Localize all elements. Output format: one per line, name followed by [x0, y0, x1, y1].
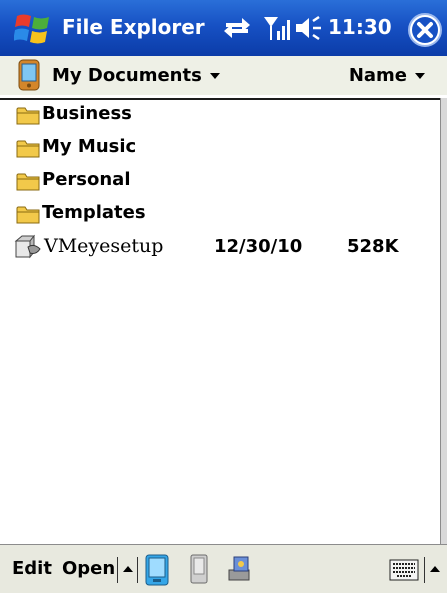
list-item[interactable]: Personal [0, 164, 447, 197]
divider [137, 557, 138, 583]
device-folder-icon [18, 59, 40, 91]
app-title: File Explorer [62, 15, 205, 39]
list-item[interactable]: My Music [0, 131, 447, 164]
item-name: VMeyesetup [44, 235, 164, 257]
location-label: My Documents [52, 65, 202, 86]
list-item[interactable]: VMeyesetup 12/30/10 528K [0, 230, 447, 263]
device-icon[interactable] [145, 554, 169, 586]
chevron-down-icon [415, 73, 425, 79]
folder-icon [16, 107, 40, 125]
location-toolbar: My Documents Name [0, 56, 447, 96]
item-size: 528K [347, 236, 399, 257]
close-icon[interactable] [408, 13, 442, 47]
up-arrow-icon[interactable] [123, 566, 133, 572]
volume-icon[interactable] [294, 14, 324, 42]
item-name: Personal [42, 169, 131, 190]
item-name: Templates [42, 202, 146, 223]
divider [117, 557, 118, 583]
divider [424, 557, 425, 583]
up-arrow-icon[interactable] [430, 566, 440, 572]
title-bar: File Explorer 11:30 [0, 0, 447, 56]
location-dropdown[interactable]: My Documents [52, 65, 220, 86]
menu-bar: Edit Open [0, 544, 447, 593]
clock[interactable]: 11:30 [328, 15, 392, 39]
item-name: My Music [42, 136, 137, 157]
folder-icon [16, 206, 40, 224]
list-item[interactable]: Business [0, 98, 447, 131]
storage-card-icon[interactable] [190, 554, 208, 584]
scrollbar[interactable] [440, 98, 447, 544]
chevron-down-icon [209, 73, 220, 79]
edit-menu[interactable]: Edit [12, 558, 52, 579]
sort-dropdown[interactable]: Name [349, 65, 425, 86]
open-menu[interactable]: Open [62, 558, 115, 579]
windows-start-icon[interactable] [14, 10, 52, 46]
sort-label: Name [348, 65, 407, 86]
item-name: Business [42, 103, 132, 124]
setup-file-icon [14, 234, 41, 259]
list-item[interactable]: Templates [0, 197, 447, 230]
network-share-icon[interactable] [226, 554, 256, 584]
folder-icon [16, 173, 40, 191]
folder-icon [16, 140, 40, 158]
sync-icon[interactable] [222, 15, 252, 41]
item-date: 12/30/10 [214, 236, 303, 257]
signal-icon[interactable] [262, 13, 290, 43]
keyboard-icon[interactable] [389, 559, 419, 581]
